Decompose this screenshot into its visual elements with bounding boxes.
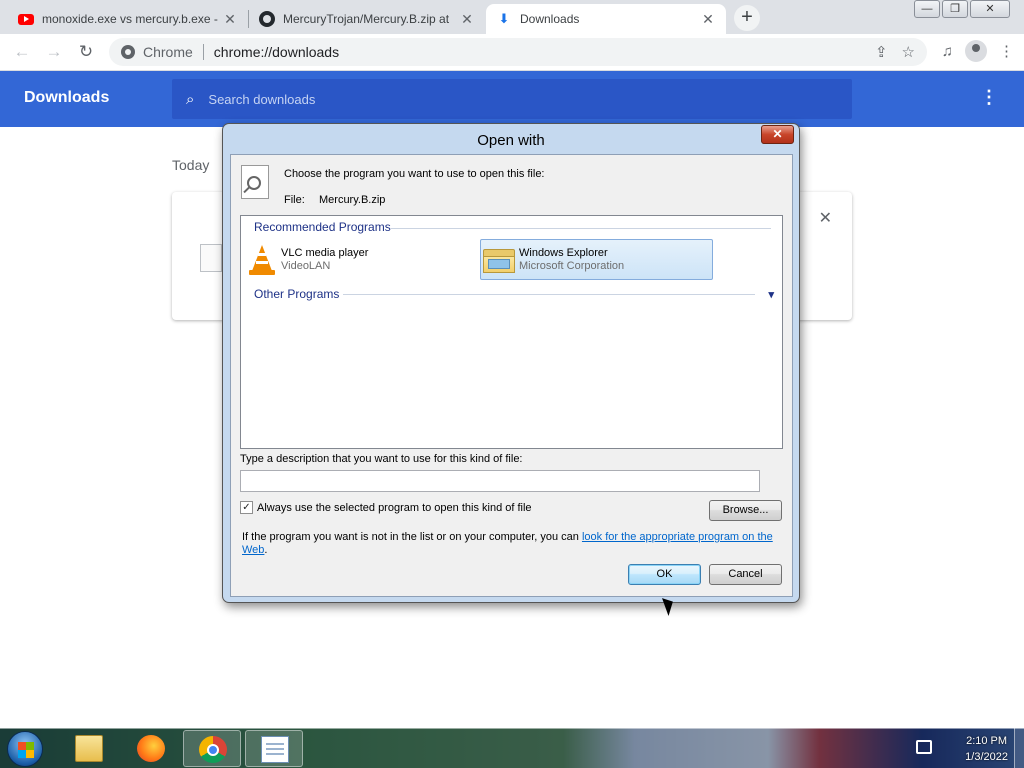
always-use-option[interactable]: ✓ Always use the selected program to ope… — [240, 501, 532, 514]
address-bar[interactable]: Chrome chrome://downloads ⇪ ☆ — [109, 38, 927, 66]
program-name: VLC media player — [281, 247, 369, 259]
chevron-down-icon[interactable]: ▾ — [768, 288, 774, 301]
tab-github[interactable]: MercuryTrojan/Mercury.B.zip at ✕ — [249, 4, 485, 34]
forward-arrow-icon[interactable]: → — [38, 36, 70, 68]
cancel-button[interactable]: Cancel — [709, 564, 782, 585]
tab-close-button[interactable]: ✕ — [222, 11, 238, 28]
program-vendor: VideoLAN — [281, 260, 331, 272]
tab-downloads[interactable]: ⬇ Downloads ✕ — [486, 4, 726, 34]
file-name: Mercury.B.zip — [319, 194, 386, 206]
web-note-end: . — [264, 544, 268, 556]
toolbar-right: ♫ ⋮ — [942, 40, 1014, 62]
restore-button[interactable]: ❐ — [942, 0, 968, 18]
downloads-header: Downloads ⌕ Search downloads ⋮ — [0, 71, 1024, 127]
program-item-windows-explorer[interactable]: Windows Explorer Microsoft Corporation — [480, 239, 713, 280]
mouse-cursor-icon — [662, 595, 677, 616]
share-icon[interactable]: ⇪ — [875, 43, 888, 61]
browser-toolbar: ← → ↻ Chrome chrome://downloads ⇪ ☆ ♫ ⋮ — [0, 34, 1024, 71]
file-label: File: — [284, 194, 305, 206]
always-use-checkbox[interactable]: ✓ — [240, 501, 253, 514]
description-label: Type a description that you want to use … — [240, 453, 523, 465]
profile-avatar-icon[interactable] — [965, 40, 987, 62]
file-icon — [200, 244, 222, 272]
tab-close-button[interactable]: ✕ — [700, 11, 716, 28]
ok-button[interactable]: OK — [628, 564, 701, 585]
window-controls: — ❐ ✕ — [914, 0, 1010, 18]
show-desktop-button[interactable] — [1014, 728, 1024, 768]
reload-icon[interactable]: ↻ — [70, 36, 102, 68]
tab-strip: monoxide.exe vs mercury.b.exe - ✕ Mercur… — [0, 0, 1024, 34]
omnibox-actions: ⇪ ☆ — [875, 43, 915, 61]
tab-title: MercuryTrojan/Mercury.B.zip at — [283, 12, 450, 26]
date-section-label: Today — [172, 157, 210, 173]
search-icon: ⌕ — [186, 90, 195, 108]
github-icon — [259, 11, 275, 27]
program-list: Recommended Programs VLC media player Vi… — [240, 215, 783, 449]
tab-title: monoxide.exe vs mercury.b.exe - — [42, 12, 218, 26]
youtube-icon — [18, 13, 34, 25]
url-text: chrome://downloads — [213, 44, 340, 60]
group-divider — [391, 228, 771, 229]
web-note-text: If the program you want is not in the li… — [242, 531, 582, 543]
search-downloads-input[interactable]: ⌕ Search downloads — [172, 79, 852, 119]
back-arrow-icon[interactable]: ← — [6, 36, 38, 68]
taskbar-explorer[interactable] — [60, 730, 118, 767]
omnibox-divider — [202, 44, 204, 60]
dialog-close-button[interactable]: ✕ — [761, 125, 794, 144]
chrome-icon — [199, 736, 227, 763]
more-actions-icon[interactable]: ⋮ — [980, 87, 998, 108]
bookmark-star-icon[interactable]: ☆ — [902, 43, 915, 61]
group-label: Other Programs — [254, 287, 340, 301]
minimize-button[interactable]: — — [914, 0, 940, 18]
chrome-site-icon — [121, 45, 135, 59]
tab-close-button[interactable]: ✕ — [459, 11, 475, 28]
folder-icon — [75, 735, 103, 762]
program-name: Windows Explorer — [519, 246, 608, 259]
recommended-programs-header[interactable]: Recommended Programs — [254, 220, 391, 234]
clock-date: 1/3/2022 — [965, 751, 1008, 763]
new-tab-button[interactable]: + — [734, 5, 760, 31]
dialog-body: Choose the program you want to use to op… — [230, 154, 793, 616]
media-controls-icon[interactable]: ♫ — [942, 43, 953, 60]
dialog-prompt: Choose the program you want to use to op… — [284, 168, 545, 180]
other-programs-header[interactable]: Other Programs — [254, 287, 339, 301]
taskbar-firefox[interactable] — [122, 730, 180, 767]
remove-download-button[interactable]: ✕ — [819, 208, 832, 228]
program-vendor: Microsoft Corporation — [519, 259, 625, 272]
group-label: Recommended Programs — [254, 220, 391, 234]
vlc-cone-icon — [249, 245, 275, 275]
open-with-dialog: Open with ✕ Choose the program you want … — [222, 123, 800, 616]
page-title: Downloads — [24, 89, 110, 106]
window-close-button[interactable]: ✕ — [970, 0, 1010, 18]
program-item-vlc[interactable]: VLC media player VideoLAN — [249, 244, 469, 276]
taskbar-chrome[interactable] — [183, 730, 241, 767]
download-icon: ⬇ — [498, 11, 510, 26]
start-button[interactable] — [7, 731, 43, 767]
system-clock[interactable]: 2:10 PM 1/3/2022 — [965, 733, 1008, 765]
tab-youtube[interactable]: monoxide.exe vs mercury.b.exe - ✕ — [8, 4, 248, 34]
firefox-icon — [137, 735, 165, 762]
network-icon[interactable] — [916, 740, 932, 754]
tab-title: Downloads — [520, 12, 580, 26]
site-label: Chrome — [143, 44, 193, 60]
dialog-title: Open with — [477, 132, 545, 149]
browse-button[interactable]: Browse... — [709, 500, 782, 521]
taskbar-notepad[interactable] — [245, 730, 303, 767]
description-input[interactable] — [240, 470, 760, 492]
notepad-icon — [261, 736, 289, 763]
clock-time: 2:10 PM — [966, 735, 1008, 747]
group-divider — [343, 294, 755, 295]
file-search-icon — [241, 165, 269, 199]
search-placeholder: Search downloads — [208, 91, 316, 107]
folder-icon — [483, 246, 515, 274]
web-search-note: If the program you want is not in the li… — [242, 531, 782, 557]
always-use-label: Always use the selected program to open … — [257, 501, 532, 514]
menu-kebab-icon[interactable]: ⋮ — [999, 42, 1014, 60]
